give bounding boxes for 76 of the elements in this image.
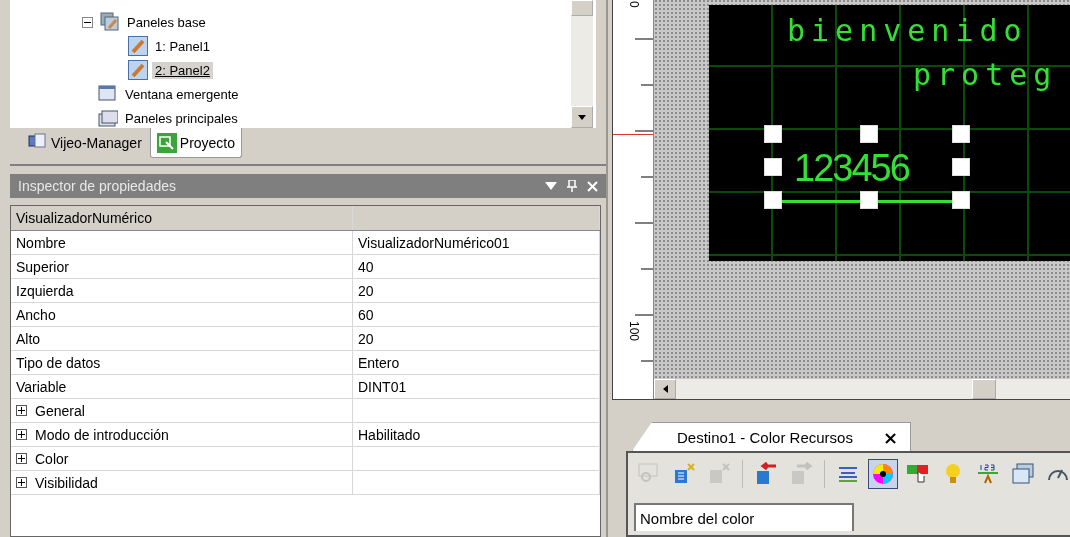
window-text-icon — [1011, 462, 1035, 486]
expand-icon[interactable] — [16, 429, 27, 440]
tree-item[interactable]: Paneles principales — [122, 109, 241, 127]
brush-icon — [128, 60, 148, 80]
numeric-input-icon — [976, 462, 1000, 486]
stacked-windows-icon — [98, 108, 118, 128]
tree-item[interactable]: Paneles base — [124, 13, 209, 31]
hand-button-icon — [906, 462, 930, 486]
property-name: Tipo de datos — [11, 351, 353, 374]
scrollbar-thumb[interactable] — [571, 0, 593, 16]
ruler-label: 100 — [627, 321, 641, 342]
expand-icon[interactable] — [16, 477, 27, 488]
property-value: 60 — [353, 303, 600, 326]
object-type: VisualizadorNumérico — [11, 206, 353, 230]
tab-label: Destino1 - Color Recursos — [677, 428, 853, 446]
ruler-marker-line — [613, 134, 653, 135]
expand-icon[interactable] — [16, 453, 27, 464]
property-value: 20 — [353, 279, 600, 302]
property-name: Alto — [11, 327, 353, 350]
stacked-windows-icon — [100, 12, 120, 32]
tree-item[interactable]: 2: Panel2 — [152, 61, 213, 79]
brush-icon — [128, 36, 148, 56]
list-star-icon — [672, 462, 696, 486]
navigator-tab[interactable]: Vijeo-Manager — [22, 128, 148, 158]
resize-handle[interactable] — [952, 125, 970, 143]
color-wheel-icon — [871, 462, 895, 486]
property-name: Superior — [11, 255, 353, 278]
expand-icon[interactable] — [16, 405, 27, 416]
list-delete-icon — [707, 462, 731, 486]
resize-handle[interactable] — [764, 158, 782, 176]
resize-handle[interactable] — [764, 125, 782, 143]
scrollbar[interactable] — [654, 379, 1070, 399]
close-tab-button[interactable]: × — [882, 426, 898, 448]
property-group[interactable]: Visibilidad — [35, 474, 98, 491]
document-tab[interactable]: Destino1 - Color Recursos × — [632, 422, 911, 451]
panel-title: Inspector de propiedades — [18, 178, 177, 194]
resize-handle[interactable] — [860, 125, 878, 143]
caret-left-icon — [662, 385, 668, 393]
property-group[interactable]: Color — [35, 450, 69, 467]
navigator-tab[interactable]: Proyecto — [149, 128, 243, 158]
scrollbar[interactable] — [571, 0, 593, 128]
property-value: Entero — [353, 351, 600, 374]
dropdown-icon — [545, 182, 557, 190]
resize-handle[interactable] — [764, 191, 782, 209]
window-icon — [98, 84, 118, 104]
screen-text: bienvenido — [787, 13, 1028, 48]
property-name: Nombre — [11, 231, 353, 254]
collapse-icon[interactable] — [82, 16, 93, 28]
resize-handle[interactable] — [860, 191, 878, 209]
caret-down-icon — [578, 114, 586, 120]
pin-icon — [567, 180, 577, 192]
resize-handle[interactable] — [952, 158, 970, 176]
property-name: Izquierda — [11, 279, 353, 302]
property-value: Habilitado — [353, 423, 600, 446]
property-group[interactable]: Modo de introducción — [35, 426, 169, 443]
tree-item[interactable]: 1: Panel1 — [152, 37, 213, 55]
numeric-display[interactable]: 123456 — [794, 146, 909, 190]
ruler-label: 0 — [627, 1, 641, 8]
property-value: DINT01 — [353, 375, 600, 398]
property-value: 20 — [353, 327, 600, 350]
tree-item[interactable]: Ventana emergente — [122, 85, 242, 103]
close-icon — [587, 180, 598, 192]
toolbar-button[interactable] — [868, 459, 898, 489]
scroll-left-button[interactable] — [654, 379, 676, 399]
property-value: 40 — [353, 255, 600, 278]
import-arrow-icon — [754, 462, 778, 486]
scrollbar-thumb[interactable] — [972, 379, 996, 399]
export-arrow-icon — [789, 462, 813, 486]
property-group[interactable]: General — [35, 402, 85, 419]
screen-text: proteg — [913, 57, 1058, 92]
property-name: Ancho — [11, 303, 353, 326]
property-name: Variable — [11, 375, 353, 398]
resize-handle[interactable] — [952, 191, 970, 209]
column-header: Nombre del color — [634, 503, 854, 531]
scroll-down-button[interactable] — [571, 106, 593, 128]
property-value: VisualizadorNumérico01 — [353, 231, 600, 254]
